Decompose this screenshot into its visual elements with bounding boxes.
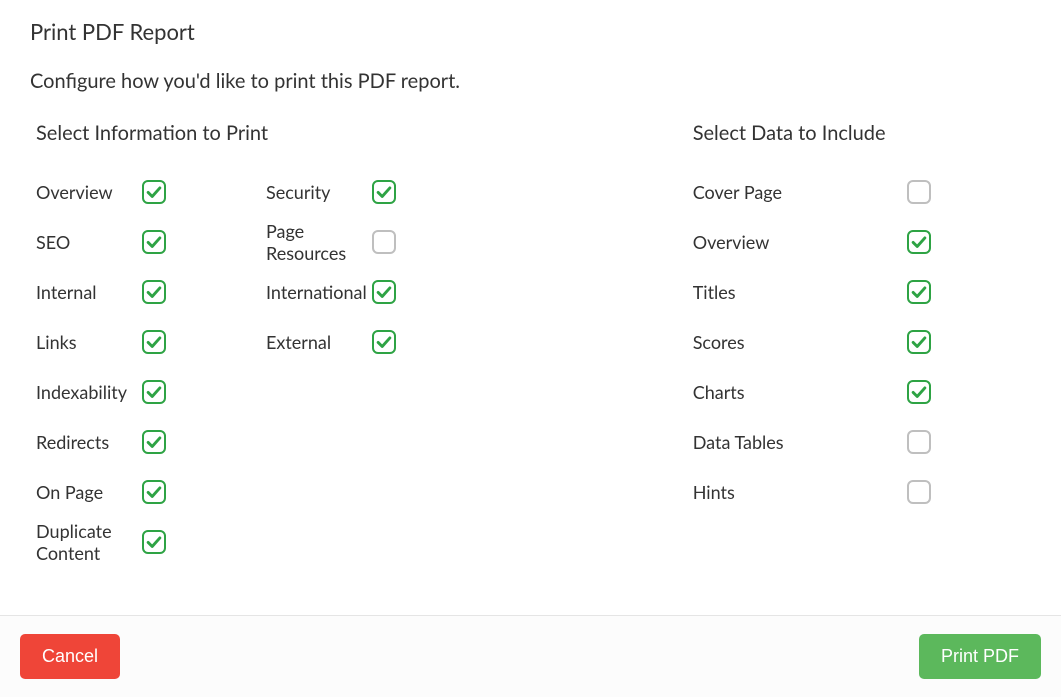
option-row-links: Links	[36, 317, 266, 367]
option-label-charts: Charts	[693, 381, 745, 403]
checkbox-scores[interactable]	[907, 330, 931, 354]
checkbox-internal[interactable]	[142, 280, 166, 304]
option-row-hints: Hints	[693, 467, 1031, 517]
info-col-2: Security Page Resources International Exter…	[266, 167, 496, 567]
option-row-charts: Charts	[693, 367, 1031, 417]
checkbox-on-page[interactable]	[142, 480, 166, 504]
option-row-security: Security	[266, 167, 496, 217]
option-label-titles: Titles	[693, 281, 736, 303]
option-label-redirects: Redirects	[36, 431, 109, 453]
option-label-indexability: Indexability	[36, 381, 127, 403]
option-row-overview-data: Overview	[693, 217, 1031, 267]
print-pdf-button[interactable]: Print PDF	[919, 634, 1041, 679]
option-row-scores: Scores	[693, 317, 1031, 367]
option-row-cover-page: Cover Page	[693, 167, 1031, 217]
option-row-redirects: Redirects	[36, 417, 266, 467]
cancel-button[interactable]: Cancel	[20, 634, 120, 679]
modal-subtitle: Configure how you'd like to print this P…	[30, 69, 1031, 93]
checkbox-data-tables[interactable]	[907, 430, 931, 454]
option-row-overview: Overview	[36, 167, 266, 217]
checkbox-seo[interactable]	[142, 230, 166, 254]
option-row-titles: Titles	[693, 267, 1031, 317]
info-col-1: Overview SEO Internal Links Indexability Redi…	[36, 167, 266, 567]
option-row-internal: Internal	[36, 267, 266, 317]
option-label-overview-data: Overview	[693, 231, 770, 253]
option-row-on-page: On Page	[36, 467, 266, 517]
checkbox-security[interactable]	[372, 180, 396, 204]
option-row-seo: SEO	[36, 217, 266, 267]
option-label-seo: SEO	[36, 231, 70, 253]
option-label-scores: Scores	[693, 331, 745, 353]
modal-title: Print PDF Report	[30, 18, 1031, 45]
option-label-data-tables: Data Tables	[693, 431, 784, 453]
option-row-external: External	[266, 317, 496, 367]
option-label-overview: Overview	[36, 181, 113, 203]
option-label-duplicate-content: Duplicate Content	[36, 520, 142, 564]
section-info: Select Information to Print Overview SEO I…	[36, 121, 693, 567]
checkbox-redirects[interactable]	[142, 430, 166, 454]
checkbox-hints[interactable]	[907, 480, 931, 504]
checkbox-international[interactable]	[372, 280, 396, 304]
checkbox-page-resources[interactable]	[372, 230, 396, 254]
checkbox-duplicate-content[interactable]	[142, 530, 166, 554]
checkbox-indexability[interactable]	[142, 380, 166, 404]
option-label-security: Security	[266, 181, 330, 203]
option-row-page-resources: Page Resources	[266, 217, 496, 267]
option-label-links: Links	[36, 331, 77, 353]
checkbox-external[interactable]	[372, 330, 396, 354]
section-data-title: Select Data to Include	[693, 121, 1031, 145]
option-label-internal: Internal	[36, 281, 97, 303]
section-info-title: Select Information to Print	[36, 121, 693, 145]
option-label-external: External	[266, 331, 331, 353]
section-data: Select Data to Include Cover Page Overvie…	[693, 121, 1031, 567]
option-row-international: International	[266, 267, 496, 317]
checkbox-titles[interactable]	[907, 280, 931, 304]
option-row-data-tables: Data Tables	[693, 417, 1031, 467]
checkbox-charts[interactable]	[907, 380, 931, 404]
option-row-duplicate-content: Duplicate Content	[36, 517, 266, 567]
option-label-page-resources: Page Resources	[266, 220, 372, 264]
option-label-international: International	[266, 281, 367, 303]
option-row-indexability: Indexability	[36, 367, 266, 417]
checkbox-overview-data[interactable]	[907, 230, 931, 254]
option-label-on-page: On Page	[36, 481, 103, 503]
data-col: Cover Page Overview Titles Scores Charts Data…	[693, 167, 1031, 517]
option-label-cover-page: Cover Page	[693, 181, 782, 203]
checkbox-cover-page[interactable]	[907, 180, 931, 204]
checkbox-overview[interactable]	[142, 180, 166, 204]
option-label-hints: Hints	[693, 481, 735, 503]
modal-footer: Cancel Print PDF	[0, 615, 1061, 697]
checkbox-links[interactable]	[142, 330, 166, 354]
